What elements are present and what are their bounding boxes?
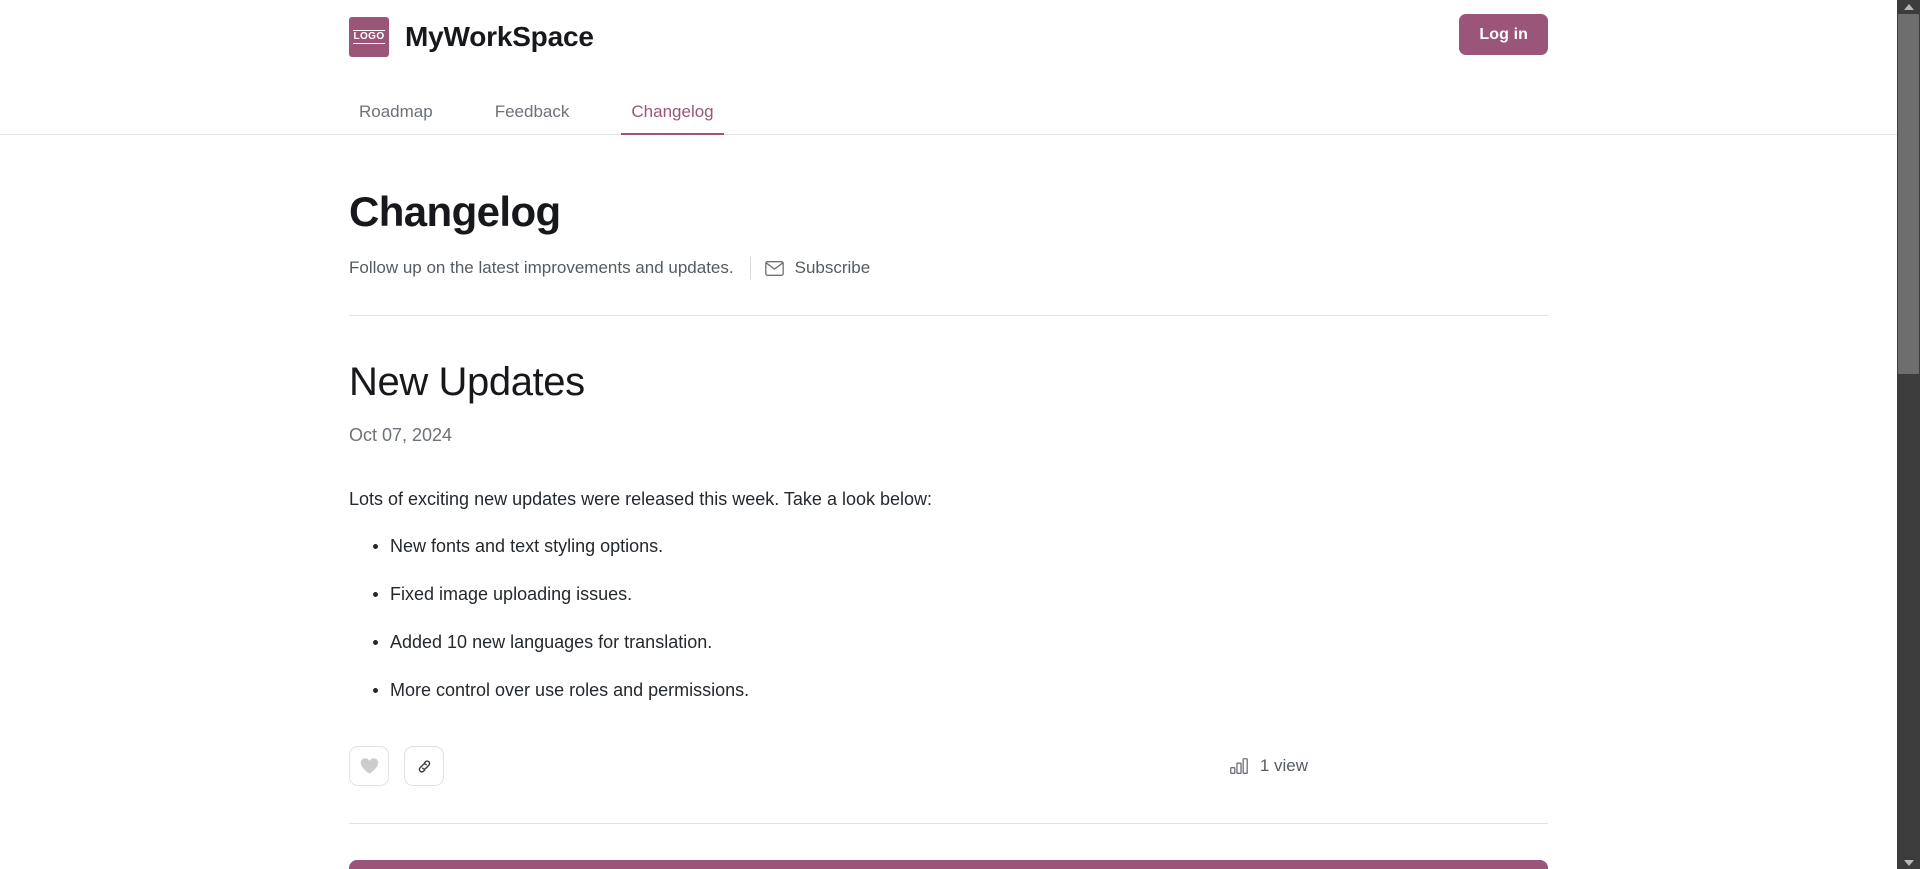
page-subtitle: Follow up on the latest improvements and… [349,258,734,278]
changelog-post: New Updates Oct 07, 2024 Lots of excitin… [349,316,1548,869]
page-subtitle-row: Follow up on the latest improvements and… [349,257,1548,280]
vertical-scrollbar[interactable] [1897,0,1920,869]
brand-name: MyWorkSpace [405,21,594,52]
subscribe-label: Subscribe [794,258,871,278]
link-icon [415,757,434,776]
login-button[interactable]: Log in [1459,14,1548,55]
views-label: 1 view [1259,756,1308,776]
subtitle-divider [749,257,751,280]
header-inner: LOGO MyWorkSpace Log in [0,0,1897,74]
scroll-up-arrow-icon[interactable] [1897,0,1920,13]
scroll-down-arrow-icon[interactable] [1897,856,1920,869]
page-viewport: LOGO MyWorkSpace Log in Roadmap Feedback… [0,0,1897,869]
list-item: New fonts and text styling options. [373,533,1548,560]
list-item: Fixed image uploading issues. [373,581,1548,608]
main-content: Changelog Follow up on the latest improv… [0,135,1897,869]
primary-nav: Roadmap Feedback Changelog [0,74,1897,135]
next-post-banner[interactable] [349,860,1548,869]
copy-link-button[interactable] [404,746,444,787]
post-bottom-divider [349,823,1548,825]
site-header: LOGO MyWorkSpace Log in Roadmap Feedback… [0,0,1897,135]
list-item: More control over use roles and permissi… [373,677,1548,704]
page-title: Changelog [349,188,561,235]
post-views: 1 view [1229,756,1308,776]
post-intro: Lots of exciting new updates were releas… [349,489,933,510]
heart-icon [360,757,379,775]
logo-text: LOGO [353,30,385,44]
nav-tab-feedback[interactable]: Feedback [485,103,580,134]
post-bullet-list: New fonts and text styling options. Fixe… [349,533,1548,704]
list-item: Added 10 new languages for translation. [373,629,1548,656]
post-actions [349,746,444,787]
post-date: Oct 07, 2024 [349,425,453,446]
post-title: New Updates [349,360,585,405]
scrollbar-thumb[interactable] [1898,14,1919,374]
envelope-icon [764,260,784,276]
brand[interactable]: LOGO MyWorkSpace [349,17,594,57]
logo-square-icon: LOGO [349,17,389,57]
nav-tab-list: Roadmap Feedback Changelog [349,74,1897,135]
nav-tab-changelog[interactable]: Changelog [621,103,724,135]
nav-tab-roadmap[interactable]: Roadmap [349,103,443,134]
subscribe-link[interactable]: Subscribe [764,258,871,278]
post-footer: 1 view [349,746,1548,787]
bar-chart-icon [1229,758,1249,775]
like-button[interactable] [349,746,389,787]
